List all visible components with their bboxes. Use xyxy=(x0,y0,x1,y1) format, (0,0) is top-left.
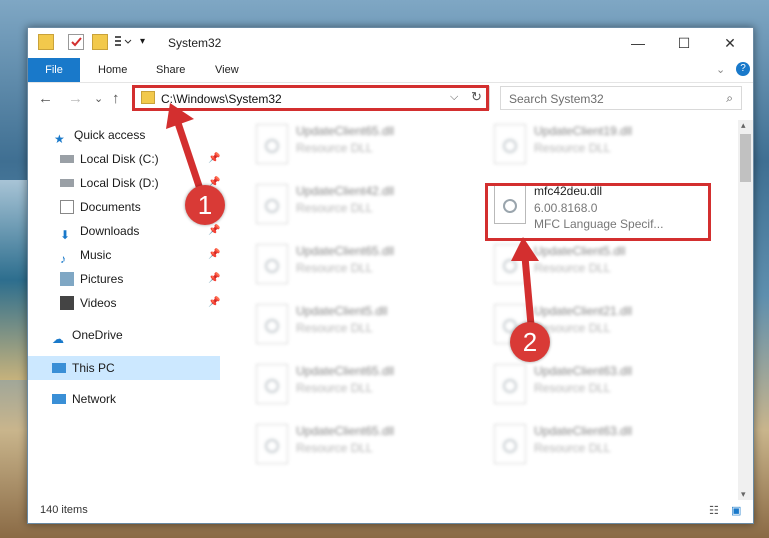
nav-documents[interactable]: Documents xyxy=(60,196,141,218)
quick-access-dropdown-icon[interactable]: ▾ xyxy=(140,34,156,50)
window-title: System32 xyxy=(168,36,222,50)
minimize-button[interactable]: — xyxy=(615,28,661,58)
dll-file-icon xyxy=(256,304,288,344)
computer-icon xyxy=(52,363,66,373)
list-item[interactable]: UpdateClient65.dll Resource DLL xyxy=(248,360,468,410)
list-item[interactable]: UpdateClient65.dll Resource DLL xyxy=(248,120,468,170)
forward-button[interactable]: → xyxy=(68,90,83,107)
explorer-window: ▾ System32 — ☐ ✕ File Home Share View ⌄ … xyxy=(27,27,754,524)
dll-file-icon xyxy=(256,424,288,464)
expand-ribbon-icon[interactable]: ⌄ xyxy=(716,58,725,82)
pin-icon[interactable]: 📌 xyxy=(208,297,220,308)
nav-videos[interactable]: Videos xyxy=(60,292,116,314)
documents-icon xyxy=(60,200,74,214)
dll-file-icon xyxy=(256,244,288,284)
cloud-icon: ☁ xyxy=(52,332,64,346)
drive-icon xyxy=(60,179,74,187)
folder-icon xyxy=(38,34,54,50)
drive-icon xyxy=(60,155,74,163)
tab-file[interactable]: File xyxy=(28,58,80,82)
search-icon[interactable]: ⌕ xyxy=(726,91,733,106)
ribbon-tabs: File Home Share View ⌄ ? xyxy=(28,58,753,83)
back-button[interactable]: ← xyxy=(38,90,53,107)
tab-share[interactable]: Share xyxy=(156,58,185,82)
network-icon xyxy=(52,394,66,404)
step-1-badge: 1 xyxy=(185,185,225,225)
search-input[interactable]: Search System32 xyxy=(509,92,604,106)
dll-file-icon xyxy=(256,364,288,404)
up-button[interactable]: ↑ xyxy=(112,90,120,107)
file-highlight-box xyxy=(485,183,711,241)
pin-icon[interactable]: 📌 xyxy=(208,225,220,236)
properties-icon[interactable] xyxy=(68,34,84,50)
list-item[interactable]: UpdateClient63.dll Resource DLL xyxy=(486,420,706,470)
star-icon: ★ xyxy=(54,132,65,146)
dll-file-icon xyxy=(256,184,288,224)
help-icon[interactable]: ? xyxy=(736,62,750,76)
dll-file-icon xyxy=(494,424,526,464)
nav-local-disk-d[interactable]: Local Disk (D:) xyxy=(60,172,159,194)
pin-icon[interactable]: 📌 xyxy=(208,249,220,260)
list-item[interactable]: UpdateClient5.dll Resource DLL xyxy=(248,300,468,350)
new-folder-icon[interactable] xyxy=(92,34,108,50)
search-box[interactable]: Search System32 ⌕ xyxy=(500,86,742,110)
title-bar: ▾ System32 — ☐ ✕ xyxy=(28,28,753,58)
pin-icon[interactable]: 📌 xyxy=(208,273,220,284)
annotation-arrow-2 xyxy=(511,237,539,326)
scroll-down-icon[interactable]: ▾ xyxy=(741,489,746,500)
nav-network[interactable]: Network xyxy=(52,388,116,410)
recent-locations-button[interactable]: ⌄ xyxy=(94,92,103,105)
music-icon: ♪ xyxy=(60,252,66,266)
nav-this-pc[interactable]: This PC xyxy=(52,357,115,379)
videos-icon xyxy=(60,296,74,310)
scrollbar-thumb[interactable] xyxy=(740,134,751,182)
nav-local-disk-c[interactable]: Local Disk (C:) xyxy=(60,148,159,170)
scroll-up-icon[interactable]: ▴ xyxy=(741,120,746,131)
status-bar: 140 items ☷ ▣ xyxy=(28,500,753,522)
pictures-icon xyxy=(60,272,74,286)
item-count: 140 items xyxy=(40,504,88,516)
step-2-badge: 2 xyxy=(510,322,550,362)
nav-downloads[interactable]: ⬇ Downloads xyxy=(60,220,139,242)
nav-quick-access[interactable]: ★ Quick access xyxy=(54,124,145,146)
maximize-button[interactable]: ☐ xyxy=(661,28,707,58)
list-item[interactable]: UpdateClient65.dll Resource DLL xyxy=(248,420,468,470)
list-item[interactable]: UpdateClient42.dll Resource DLL xyxy=(248,180,468,230)
list-item[interactable]: UpdateClient19.dll Resource DLL xyxy=(486,120,706,170)
nav-onedrive[interactable]: ☁ OneDrive xyxy=(52,324,123,346)
download-icon: ⬇ xyxy=(60,228,71,242)
dll-file-icon xyxy=(494,124,526,164)
tab-view[interactable]: View xyxy=(215,58,239,82)
vertical-scrollbar[interactable]: ▴ ▾ xyxy=(738,120,753,500)
list-item[interactable]: UpdateClient63.dll Resource DLL xyxy=(486,360,706,410)
address-row: ← → ⌄ ↑ C:\Windows\System32 ⌵ ↻ Search S… xyxy=(28,82,753,116)
large-icons-view-icon[interactable]: ▣ xyxy=(731,504,741,517)
details-view-icon[interactable]: ☷ xyxy=(709,504,719,517)
list-item[interactable]: UpdateClient65.dll Resource DLL xyxy=(248,240,468,290)
nav-music[interactable]: ♪ Music xyxy=(60,244,111,266)
dll-file-icon xyxy=(494,364,526,404)
dll-file-icon xyxy=(256,124,288,164)
nav-pictures[interactable]: Pictures xyxy=(60,268,123,290)
close-button[interactable]: ✕ xyxy=(707,28,753,58)
tab-home[interactable]: Home xyxy=(98,58,127,82)
file-list: UpdateClient65.dll Resource DLL UpdateCli… xyxy=(238,120,738,500)
customize-quick-access-icon[interactable] xyxy=(114,34,136,50)
